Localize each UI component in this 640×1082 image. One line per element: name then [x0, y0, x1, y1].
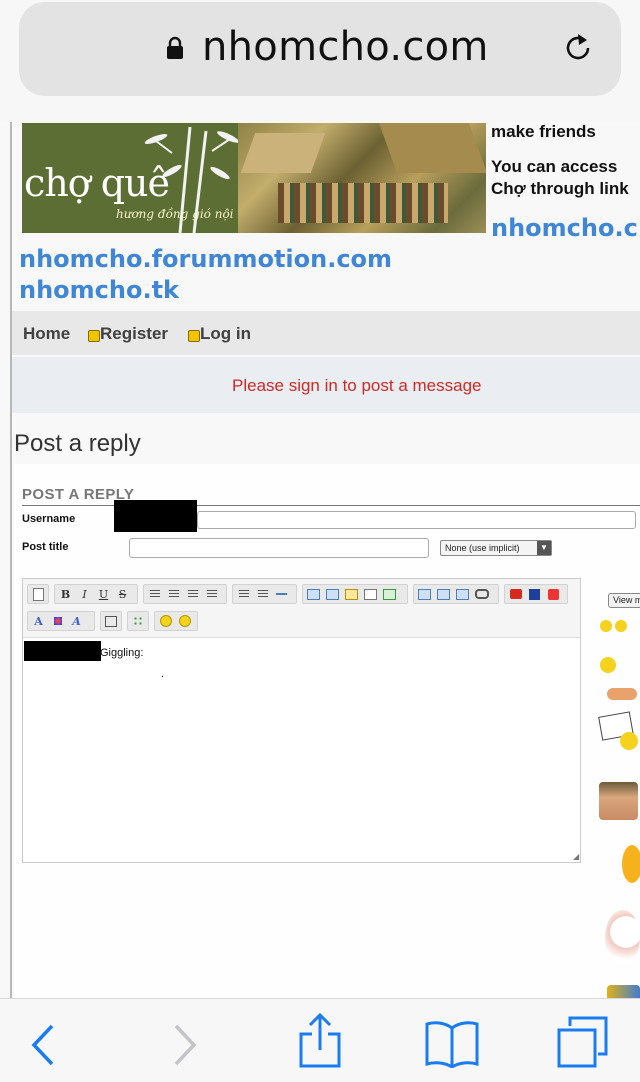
editor-toolbar: B I U S A A — [23, 579, 580, 638]
back-icon[interactable] — [30, 1024, 56, 1066]
strikethrough-icon[interactable]: S — [114, 586, 131, 602]
intro-line-2: You can access — [491, 157, 618, 176]
emoticon-icon[interactable] — [176, 613, 193, 629]
tabs-icon[interactable] — [556, 1016, 610, 1070]
code-icon[interactable] — [324, 586, 341, 602]
rofl-emoticon-icon[interactable] — [622, 845, 640, 883]
partial-emoticon-icon[interactable] — [607, 985, 640, 998]
page-title: Post a reply — [14, 430, 141, 457]
lock-icon — [167, 36, 183, 59]
message-dot: . — [161, 668, 165, 680]
nav-home[interactable]: Home — [23, 324, 70, 344]
hide-icon[interactable] — [362, 586, 379, 602]
italic-icon[interactable]: I — [76, 586, 93, 602]
font-color-icon[interactable]: A — [30, 613, 47, 629]
table-icon[interactable] — [381, 586, 398, 602]
wink-emoticon-icon[interactable] — [615, 620, 627, 632]
post-title-field[interactable] — [129, 538, 429, 558]
youtube-icon[interactable] — [507, 586, 524, 602]
redacted-username — [114, 500, 197, 532]
bookmarks-icon[interactable] — [424, 1020, 480, 1068]
sign-in-message[interactable]: Please sign in to post a message — [232, 376, 481, 396]
intro-line-3: Chợ through link — [491, 179, 629, 198]
share-icon[interactable] — [298, 1012, 342, 1068]
flash-icon[interactable] — [545, 586, 562, 602]
laugh-emoticon-icon[interactable] — [600, 657, 616, 673]
intro-line-1: make friends — [491, 122, 596, 141]
font-family-icon[interactable]: A — [68, 613, 85, 629]
username-field[interactable] — [197, 511, 636, 529]
smile-emoticon-icon[interactable] — [600, 620, 612, 632]
logo-text: chợ quê — [24, 161, 170, 205]
crying-laugh-emoticon-icon[interactable] — [605, 910, 640, 965]
lol-emoticon-icon[interactable] — [620, 732, 638, 750]
forward-icon[interactable] — [172, 1024, 198, 1066]
login-icon — [188, 330, 200, 342]
redacted-name — [24, 641, 101, 661]
numbered-list-icon[interactable] — [254, 586, 271, 602]
link-icon[interactable] — [473, 586, 490, 602]
spoiler-icon[interactable] — [343, 586, 360, 602]
bold-icon[interactable]: B — [57, 586, 74, 602]
font-size-icon[interactable] — [49, 613, 66, 629]
source-icon[interactable] — [30, 586, 46, 602]
dailymotion-icon[interactable] — [526, 586, 543, 602]
special-chars-icon[interactable] — [130, 613, 146, 629]
image-icon[interactable] — [416, 586, 433, 602]
smiley-icon[interactable] — [157, 613, 174, 629]
message-text: Giggling: — [100, 647, 144, 659]
page-left-border — [10, 122, 12, 998]
resize-grip-icon[interactable]: ◢ — [573, 852, 579, 861]
chevron-down-icon: ▼ — [537, 541, 551, 555]
quote-icon[interactable] — [305, 586, 322, 602]
url-text[interactable]: nhomcho.com — [202, 24, 489, 70]
nav-register[interactable]: Register — [100, 324, 168, 344]
view-more-emoticons-button[interactable]: View more — [608, 593, 640, 608]
register-icon — [88, 330, 100, 342]
host-image-icon[interactable] — [435, 586, 452, 602]
post-icon-select-value: None (use implicit) — [445, 543, 520, 553]
post-title-label: Post title — [22, 541, 69, 553]
align-right-icon[interactable] — [184, 586, 201, 602]
post-icon-select[interactable]: None (use implicit) ▼ — [440, 540, 552, 556]
email-icon[interactable] — [454, 586, 471, 602]
justify-icon[interactable] — [203, 586, 220, 602]
nav-login[interactable]: Log in — [200, 324, 251, 344]
reload-icon[interactable] — [560, 30, 596, 66]
handshake-emoticon-icon[interactable] — [607, 688, 637, 700]
align-left-icon[interactable] — [146, 586, 163, 602]
more-icon[interactable] — [103, 613, 119, 629]
domain-link[interactable]: nhomcho.c — [491, 214, 638, 242]
bullet-list-icon[interactable] — [235, 586, 252, 602]
forummotion-link[interactable]: nhomcho.forummotion.com — [19, 245, 392, 273]
username-label: Username — [22, 513, 76, 525]
align-center-icon[interactable] — [165, 586, 182, 602]
logo-tagline: hương đồng gió nội — [116, 207, 234, 221]
underline-icon[interactable]: U — [95, 586, 112, 602]
tk-link[interactable]: nhomcho.tk — [19, 276, 179, 304]
village-market-banner-image — [238, 123, 486, 233]
horizontal-rule-icon[interactable] — [273, 586, 290, 602]
view-more-label: View more — [613, 595, 640, 605]
baby-laugh-emoticon-icon[interactable] — [599, 782, 638, 820]
